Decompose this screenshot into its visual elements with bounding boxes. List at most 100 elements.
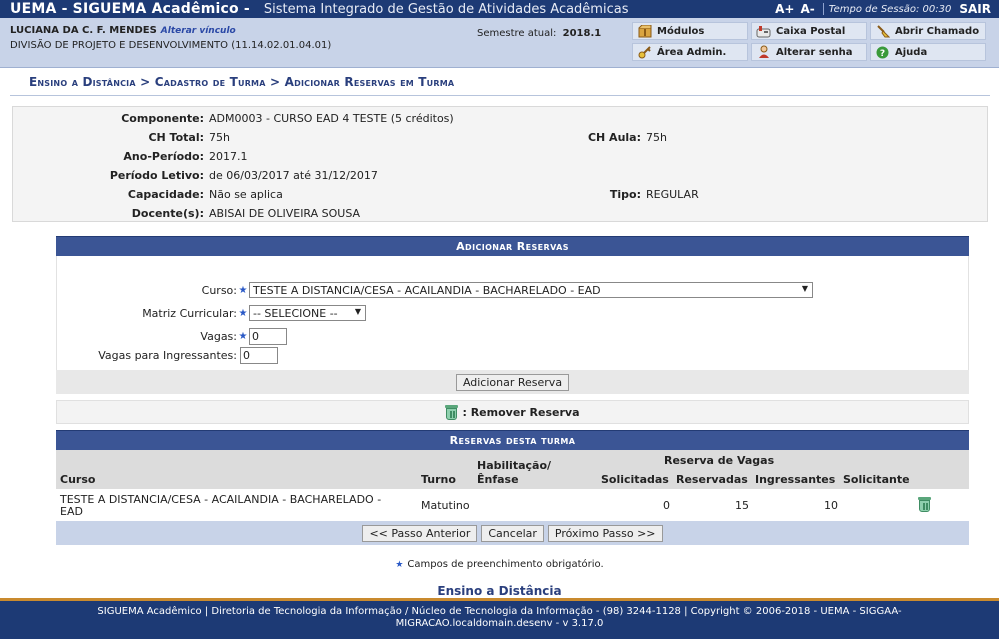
semester-value: 2018.1 xyxy=(562,28,602,39)
periodo-letivo-row: Período Letivo: de 06/03/2017 até 31/12/2… xyxy=(13,169,378,182)
font-decrease-button[interactable]: A- xyxy=(800,2,814,16)
col-ingressantes: Ingressantes xyxy=(755,473,836,486)
componente-value: ADM0003 - CURSO EAD 4 TESTE (5 créditos) xyxy=(209,112,454,125)
vagas-ingressantes-input[interactable]: 0 xyxy=(240,346,278,364)
capacidade-row: Capacidade: Não se aplica xyxy=(13,188,283,201)
required-star-icon: ★ xyxy=(238,330,248,342)
area-admin-label: Área Admin. xyxy=(657,46,727,58)
ch-aula-value: 75h xyxy=(646,131,667,144)
cell-ingressantes: 10 xyxy=(824,499,838,512)
vagas-ingressantes-label: Vagas para Ingressantes: xyxy=(98,348,237,362)
ch-total-label: CH Total: xyxy=(148,131,204,144)
matriz-select[interactable]: -- SELECIONE -- ▼ xyxy=(249,305,366,321)
remove-legend: : Remover Reserva xyxy=(56,400,969,424)
subsystem-name: Sistema Integrado de Gestão de Atividade… xyxy=(263,1,629,17)
reservations-title: Reservas desta turma xyxy=(56,430,969,450)
previous-step-button[interactable]: << Passo Anterior xyxy=(362,524,478,542)
form-body-2: Vagas para Ingressantes: 0 xyxy=(56,346,969,370)
vagas-input[interactable]: 0 xyxy=(249,327,287,345)
table-header: Curso Turno Habilitação/ Ênfase Reserva … xyxy=(56,450,969,489)
col-curso: Curso xyxy=(60,473,96,486)
separator xyxy=(822,3,824,15)
curso-row: Curso: ★ TESTE A DISTANCIA/CESA - ACAILA… xyxy=(57,280,970,300)
capacidade-label: Capacidade: xyxy=(127,188,204,201)
trash-icon xyxy=(445,404,459,420)
footer-line1: SIGUEMA Acadêmico | Diretoria de Tecnolo… xyxy=(97,606,902,617)
tipo-row: Tipo: REGULAR xyxy=(523,188,699,201)
col-solicitadas: Solicitadas xyxy=(601,473,669,486)
matriz-label: Matriz Curricular: xyxy=(142,306,237,320)
module-home-link[interactable]: Ensino a Distância xyxy=(0,584,999,598)
next-step-button[interactable]: Próximo Passo >> xyxy=(547,524,663,542)
ch-total-row: CH Total: 75h xyxy=(13,131,230,144)
form-footer: Adicionar Reserva xyxy=(56,370,969,394)
area-admin-button[interactable]: Área Admin. xyxy=(632,43,748,61)
top-bar: UEMA - SIGUEMA Acadêmico - Sistema Integ… xyxy=(0,0,999,18)
cancel-button[interactable]: Cancelar xyxy=(481,524,544,542)
class-info-panel: Componente: ADM0003 - CURSO EAD 4 TESTE (… xyxy=(12,106,988,222)
user-name-line: LUCIANA DA C. F. MENDES Alterar vínculo xyxy=(10,25,236,36)
reservations-table: Reservas desta turma Curso Turno Habilit… xyxy=(56,430,969,545)
periodo-letivo-label: Período Letivo: xyxy=(109,169,204,182)
curso-label: Curso: xyxy=(201,283,237,297)
abrir-chamado-label: Abrir Chamado xyxy=(895,25,980,37)
cell-reservadas: 15 xyxy=(735,499,749,512)
required-hint-text: Campos de preenchimento obrigatório. xyxy=(407,559,604,570)
ajuda-button[interactable]: ? Ajuda xyxy=(870,43,986,61)
col-reservadas: Reservadas xyxy=(676,473,748,486)
user-info-bar: LUCIANA DA C. F. MENDES Alterar vínculo D… xyxy=(0,18,999,68)
remove-reservation-button[interactable] xyxy=(918,497,935,515)
ch-aula-label: CH Aula: xyxy=(587,131,641,144)
docentes-label: Docente(s): xyxy=(131,207,204,220)
caixa-postal-button[interactable]: Caixa Postal xyxy=(751,22,867,40)
logout-link[interactable]: SAIR xyxy=(959,2,991,16)
add-reservation-button[interactable]: Adicionar Reserva xyxy=(455,373,570,391)
change-link[interactable]: Alterar vínculo xyxy=(161,26,236,36)
user-key-icon xyxy=(756,45,771,59)
modulos-label: Módulos xyxy=(657,25,705,37)
col-habilitacao-1: Habilitação/ xyxy=(477,459,552,472)
breadcrumb-divider xyxy=(10,95,990,96)
svg-text:?: ? xyxy=(880,49,885,59)
docentes-row: Docente(s): ABISAI DE OLIVEIRA SOUSA xyxy=(13,207,360,220)
required-hint: ★ Campos de preenchimento obrigatório. xyxy=(0,559,999,570)
ano-periodo-label: Ano-Período: xyxy=(123,150,204,163)
semester-label: Semestre atual: xyxy=(477,28,557,39)
session-timer: Tempo de Sessão: 00:30 xyxy=(828,3,952,15)
ano-periodo-value: 2017.1 xyxy=(209,150,248,163)
curso-select[interactable]: TESTE A DISTANCIA/CESA - ACAILANDIA - BA… xyxy=(249,282,813,298)
cell-curso-line2: EAD xyxy=(60,505,83,518)
required-star-icon: ★ xyxy=(238,284,248,296)
periodo-letivo-value: de 06/03/2017 até 31/12/2017 xyxy=(209,169,378,182)
ajuda-label: Ajuda xyxy=(895,46,928,58)
dropdown-arrow-icon: ▼ xyxy=(354,307,361,316)
componente-row: Componente: ADM0003 - CURSO EAD 4 TESTE (… xyxy=(13,112,454,125)
vagas-label: Vagas: xyxy=(200,329,237,343)
form-body: Curso: ★ TESTE A DISTANCIA/CESA - ACAILA… xyxy=(56,256,969,346)
modulos-button[interactable]: Módulos xyxy=(632,22,748,40)
col-habilitacao-2: Ênfase xyxy=(477,473,519,486)
cell-solicitadas: 0 xyxy=(663,499,670,512)
wizard-navigation: << Passo Anterior Cancelar Próximo Passo… xyxy=(56,521,969,545)
cell-curso-line1: TESTE A DISTANCIA/CESA - ACAILANDIA - BA… xyxy=(60,493,382,506)
footer-line2: MIGRACAO.localdomain.desenv - v 3.17.0 xyxy=(395,618,604,629)
ch-total-value: 75h xyxy=(209,131,230,144)
dropdown-arrow-icon: ▼ xyxy=(801,284,808,293)
breadcrumb: Ensino a Distância > Cadastro de Turma >… xyxy=(29,75,455,89)
alterar-senha-button[interactable]: Alterar senha xyxy=(751,43,867,61)
alterar-senha-label: Alterar senha xyxy=(776,46,853,58)
vagas-row: Vagas: ★ 0 xyxy=(57,326,970,346)
col-group-reserva: Reserva de Vagas xyxy=(664,454,775,467)
help-icon: ? xyxy=(875,45,890,59)
user-unit: DIVISÃO DE PROJETO E DESENVOLVIMENTO (11… xyxy=(10,40,332,51)
required-star-icon: ★ xyxy=(395,560,404,570)
broom-icon xyxy=(875,24,890,38)
ano-periodo-row: Ano-Período: 2017.1 xyxy=(13,150,248,163)
abrir-chamado-button[interactable]: Abrir Chamado xyxy=(870,22,986,40)
tipo-value: REGULAR xyxy=(646,188,699,201)
curso-selected-value: TESTE A DISTANCIA/CESA - ACAILANDIA - BA… xyxy=(253,283,601,297)
font-increase-button[interactable]: A+ xyxy=(775,2,794,16)
table-row: TESTE A DISTANCIA/CESA - ACAILANDIA - BA… xyxy=(56,489,969,521)
matriz-selected-value: -- SELECIONE -- xyxy=(253,306,338,320)
vagas-ingressantes-row: Vagas para Ingressantes: 0 xyxy=(57,345,970,365)
